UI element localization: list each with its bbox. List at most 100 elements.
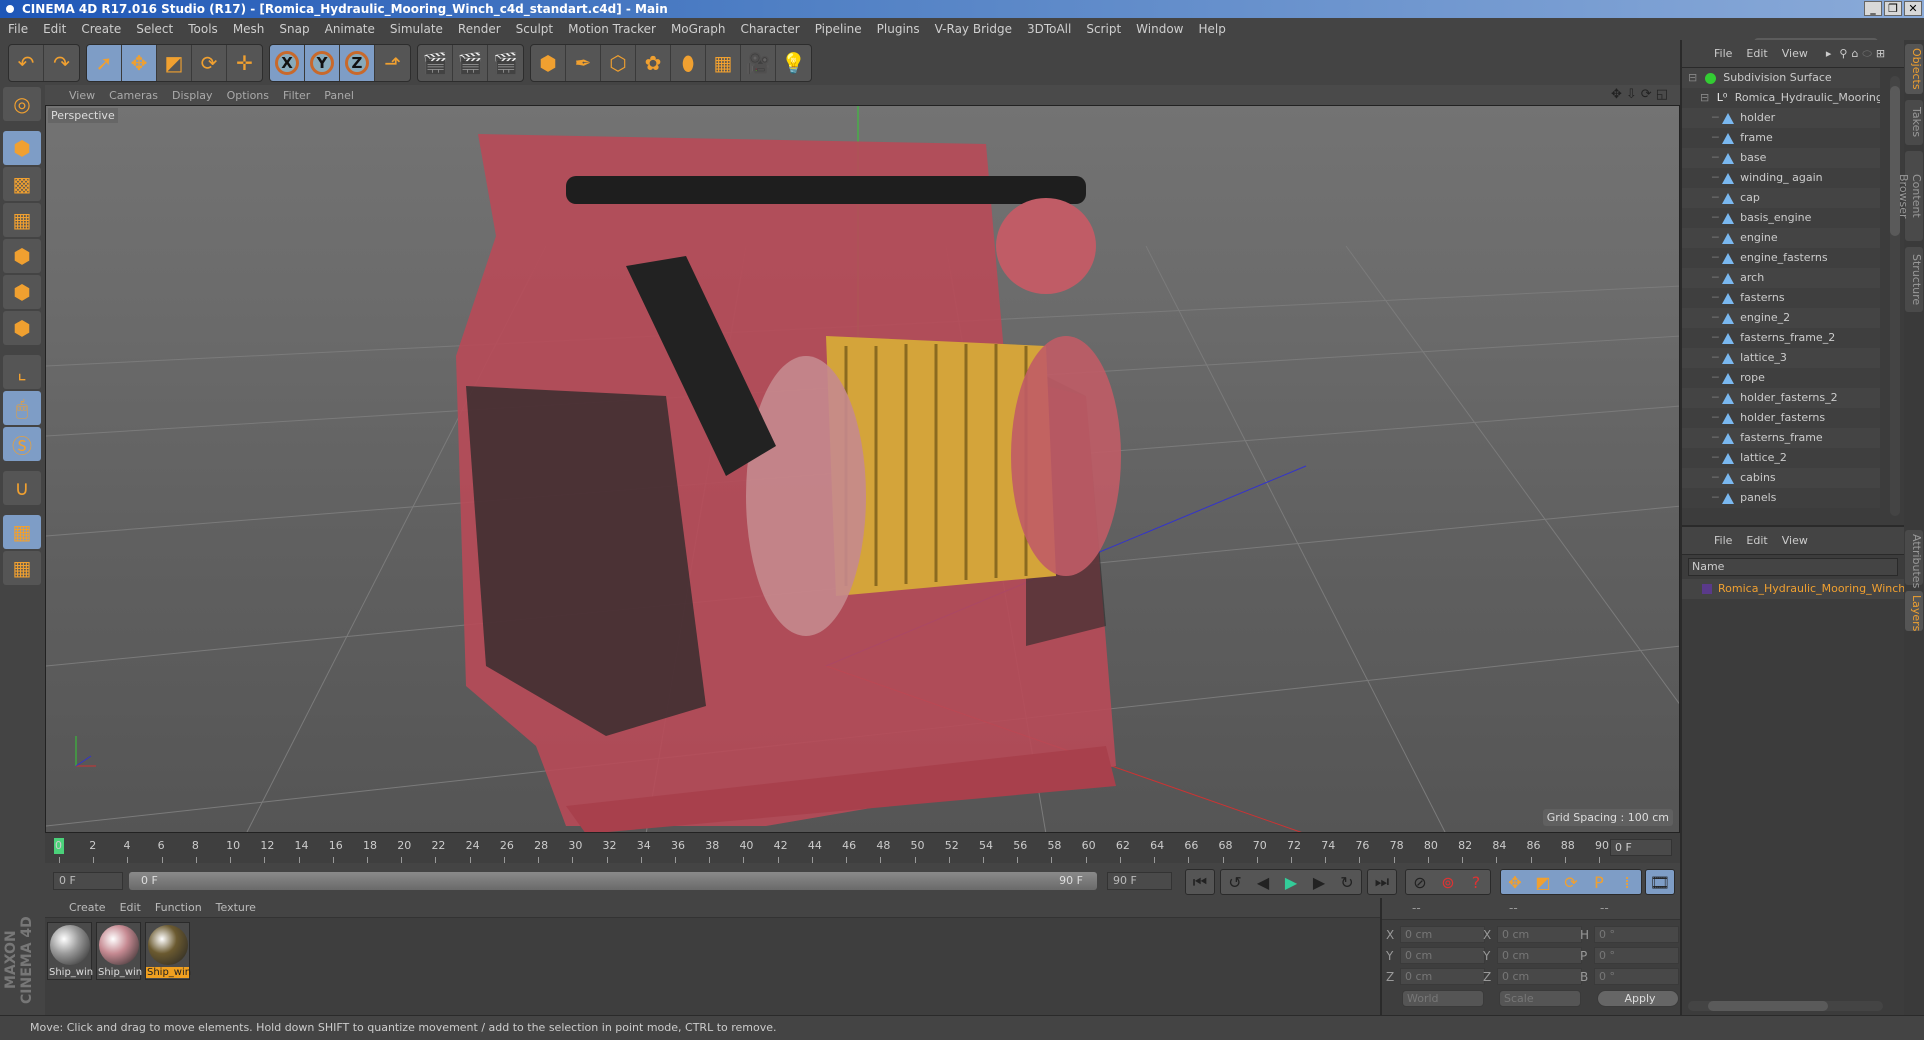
preview-range-slider[interactable]: 0 F 90 F	[129, 872, 1097, 890]
menu-sculpt[interactable]: Sculpt	[516, 22, 553, 36]
move-button[interactable]: ✥	[122, 44, 157, 81]
tree-row-arch[interactable]: ─ arch	[1682, 268, 1880, 288]
viewport-menu-filter[interactable]: Filter	[283, 89, 310, 102]
material-swatch[interactable]: Ship_win	[96, 922, 142, 980]
tree-row-fasterns[interactable]: ─ fasterns	[1682, 288, 1880, 308]
object-tree-scrollbar[interactable]	[1890, 76, 1900, 516]
menu-script[interactable]: Script	[1086, 22, 1121, 36]
live-selection-button[interactable]: ➚	[87, 44, 122, 81]
object-menu-file[interactable]: File	[1714, 47, 1732, 60]
step-back-icon[interactable]: ◀	[1249, 873, 1277, 892]
menu-plugins[interactable]: Plugins	[877, 22, 920, 36]
tab-content-browser[interactable]: Content Browser	[1897, 151, 1923, 241]
render-settings-button[interactable]: 🎬	[488, 45, 523, 81]
cloner-button[interactable]: ✿	[636, 44, 671, 81]
previous-keyframe-icon[interactable]: ↺	[1221, 873, 1249, 892]
rotate-button[interactable]: ⟳	[192, 44, 227, 81]
solo-mode-button[interactable]: Ⓢ	[3, 427, 41, 461]
size-x-field[interactable]: 0 cm	[1497, 926, 1582, 943]
tree-row-base[interactable]: ─ base	[1682, 148, 1880, 168]
menu-simulate[interactable]: Simulate	[390, 22, 443, 36]
tree-row-null-object[interactable]: ⊟ L⁰ Romica_Hydraulic_Mooring_Winch	[1682, 88, 1880, 108]
viewport-label[interactable]: Perspective	[48, 108, 118, 123]
layer-row[interactable]: Romica_Hydraulic_Mooring_Winch	[1682, 579, 1904, 599]
z-axis-button[interactable]: Z	[340, 44, 375, 81]
filter-icon[interactable]: ⬭	[1862, 47, 1871, 61]
position-z-field[interactable]: 0 cm	[1400, 968, 1485, 985]
menu-select[interactable]: Select	[136, 22, 173, 36]
current-frame-field[interactable]: 0 F	[1610, 839, 1672, 856]
maximize-view-icon[interactable]: ◱	[1656, 87, 1668, 102]
minimize-button[interactable]: _	[1864, 1, 1882, 16]
record-disabled-icon[interactable]: ⊘	[1406, 873, 1434, 892]
axis-mode-button[interactable]: ⌞	[3, 355, 41, 389]
menu-snap[interactable]: Snap	[279, 22, 309, 36]
edges-mode-button[interactable]: ⬢	[3, 275, 41, 309]
material-swatch[interactable]: Ship_win	[47, 922, 93, 980]
viewport-perspective[interactable]: Perspective Grid Spacing : 100 cm	[45, 105, 1680, 833]
menu-render[interactable]: Render	[458, 22, 501, 36]
tab-takes[interactable]: Takes	[1905, 100, 1923, 145]
x-axis-button[interactable]: X	[270, 44, 305, 81]
render-picture-viewer-button[interactable]: 🎬	[453, 44, 488, 81]
pen-spline-button[interactable]: ✒	[566, 44, 601, 81]
points-mode-button[interactable]: ⬢	[3, 239, 41, 273]
viewport-menu-panel[interactable]: Panel	[324, 89, 354, 102]
floor-button[interactable]: ▦	[706, 44, 741, 81]
tree-row-panels[interactable]: ─ panels	[1682, 488, 1880, 508]
redo-button[interactable]: ↷	[44, 45, 79, 81]
material-menu-create[interactable]: Create	[69, 901, 106, 914]
layer-menu-view[interactable]: View	[1782, 534, 1808, 547]
layer-color-swatch[interactable]	[1702, 584, 1712, 594]
tab-structure[interactable]: Structure	[1905, 247, 1923, 312]
zoom-view-icon[interactable]: ⇩	[1626, 87, 1637, 102]
tab-objects[interactable]: Objects	[1905, 44, 1923, 94]
material-menu-texture[interactable]: Texture	[216, 901, 256, 914]
light-button[interactable]: 💡	[776, 45, 811, 81]
layer-menu-edit[interactable]: Edit	[1746, 534, 1767, 547]
menu-3dtoall[interactable]: 3DToAll	[1027, 22, 1071, 36]
tree-row-cap[interactable]: ─ cap	[1682, 188, 1880, 208]
position-x-field[interactable]: 0 cm	[1400, 926, 1485, 943]
position-y-field[interactable]: 0 cm	[1400, 947, 1485, 964]
lock-workplane-button[interactable]: ▦	[3, 515, 41, 549]
step-forward-icon[interactable]: ▶	[1305, 873, 1333, 892]
material-menu-edit[interactable]: Edit	[120, 901, 141, 914]
tree-row-rope[interactable]: ─ rope	[1682, 368, 1880, 388]
menu-window[interactable]: Window	[1136, 22, 1183, 36]
object-menu-edit[interactable]: Edit	[1746, 47, 1767, 60]
coordinate-system-button[interactable]: ⬏	[375, 45, 410, 81]
polygons-mode-button[interactable]: ⬢	[3, 311, 41, 345]
timeline-ruler[interactable]: 0 2 4 6 8 10 12 14 16 18 20 22 24 26 28 30 32 34 36 38 40 42 4…	[45, 833, 1680, 863]
menu-mesh[interactable]: Mesh	[233, 22, 265, 36]
scale-button[interactable]: ◩	[157, 44, 192, 81]
render-view-button[interactable]: 🎬	[418, 44, 453, 81]
tree-row-engine-2[interactable]: ─ engine_2	[1682, 308, 1880, 328]
new-window-icon[interactable]: ⊞	[1876, 47, 1885, 60]
name-column-header[interactable]: Name	[1688, 558, 1898, 576]
viewport-menu-cameras[interactable]: Cameras	[109, 89, 158, 102]
search-icon[interactable]: ⚲	[1839, 47, 1847, 60]
model-mode-button[interactable]: ⬢	[3, 131, 41, 165]
snap-button[interactable]: ∪	[3, 471, 41, 505]
menu-character[interactable]: Character	[740, 22, 799, 36]
layer-menu-file[interactable]: File	[1714, 534, 1732, 547]
tree-row-holder-fasterns-2[interactable]: ─ holder_fasterns_2	[1682, 388, 1880, 408]
tree-row-frame[interactable]: ─ frame	[1682, 128, 1880, 148]
tree-row-engine[interactable]: ─ engine	[1682, 228, 1880, 248]
tree-row-winding-again[interactable]: ─ winding_ again	[1682, 168, 1880, 188]
rotation-p-field[interactable]: 0 °	[1594, 947, 1679, 964]
workplane-align-button[interactable]: ▦	[3, 551, 41, 585]
close-button[interactable]: ✕	[1904, 1, 1922, 16]
tree-row-lattice-3[interactable]: ─ lattice_3	[1682, 348, 1880, 368]
tree-row-holder-fasterns[interactable]: ─ holder_fasterns	[1682, 408, 1880, 428]
menu-create[interactable]: Create	[81, 22, 121, 36]
tab-layers[interactable]: Layers	[1905, 591, 1923, 631]
more-menu-icon[interactable]: ▸	[1826, 47, 1832, 60]
start-frame-field[interactable]: 0 F	[53, 872, 123, 890]
home-icon[interactable]: ⌂	[1851, 47, 1858, 60]
menu-motion-tracker[interactable]: Motion Tracker	[568, 22, 656, 36]
tree-row-holder[interactable]: ─ holder	[1682, 108, 1880, 128]
key-parameter-icon[interactable]: P	[1585, 873, 1613, 892]
tree-row-fasterns-frame-2[interactable]: ─ fasterns_frame_2	[1682, 328, 1880, 348]
